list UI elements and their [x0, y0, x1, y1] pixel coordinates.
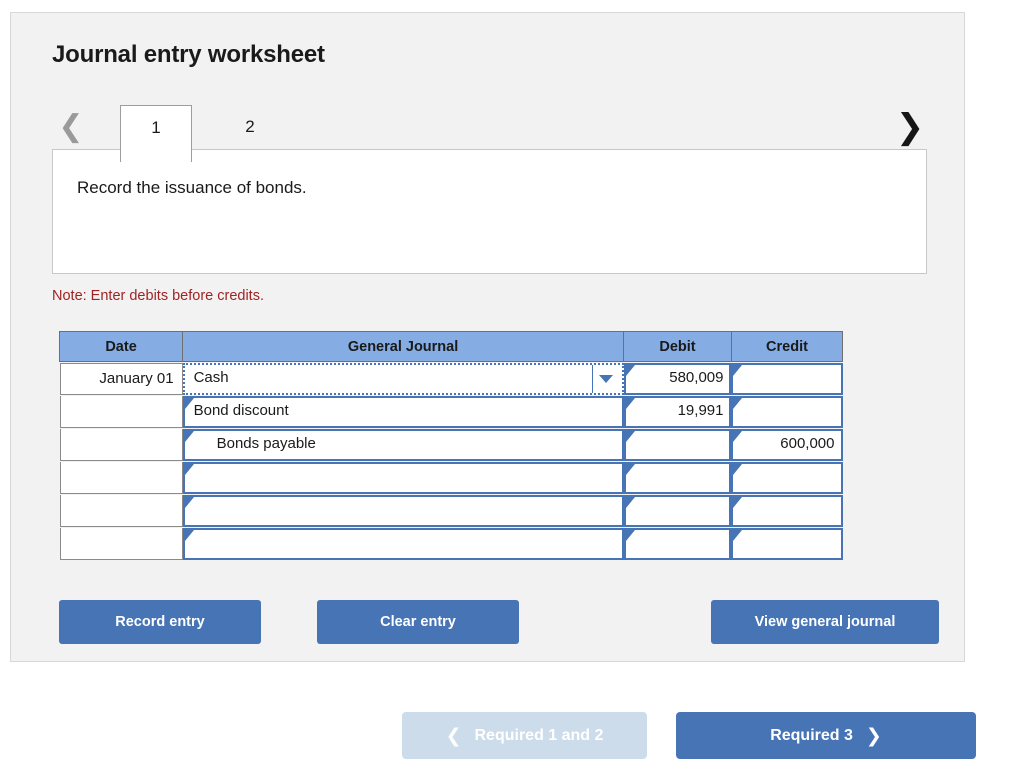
account-cell[interactable] [182, 528, 624, 560]
tab-entry-1[interactable]: 1 [120, 105, 192, 162]
journal-entry-worksheet-panel: Journal entry worksheet ❮ 1 2 ❯ Record t… [10, 12, 965, 662]
date-cell[interactable] [59, 461, 183, 494]
column-header-general-journal: General Journal [182, 331, 625, 362]
clear-entry-button[interactable]: Clear entry [317, 600, 519, 644]
account-cell[interactable] [182, 462, 624, 494]
chevron-left-icon: ❮ [445, 724, 462, 747]
account-cell[interactable]: Bonds payable [182, 429, 624, 461]
account-cell[interactable]: Cash [182, 363, 624, 395]
table-row: Bond discount 19,991 [59, 395, 843, 428]
view-general-journal-button[interactable]: View general journal [711, 600, 939, 644]
credit-cell[interactable]: 600,000 [731, 429, 843, 461]
credit-cell[interactable] [731, 528, 843, 560]
required-1-and-2-button[interactable]: ❮ Required 1 and 2 [402, 712, 647, 759]
table-row [59, 494, 843, 527]
credit-cell[interactable] [731, 363, 843, 395]
debit-cell[interactable] [623, 429, 732, 461]
account-cell[interactable] [182, 495, 624, 527]
required-3-button[interactable]: Required 3 ❯ [676, 712, 976, 759]
debit-cell[interactable] [623, 495, 732, 527]
date-cell[interactable] [59, 494, 183, 527]
prev-entry-chevron-left-icon[interactable]: ❮ [56, 107, 86, 151]
account-cell[interactable]: Bond discount [182, 396, 624, 428]
table-header-row: Date General Journal Debit Credit [58, 331, 844, 362]
record-entry-button[interactable]: Record entry [59, 600, 261, 644]
credit-cell[interactable] [731, 495, 843, 527]
table-row: January 01 Cash 580,009 [59, 362, 843, 395]
debits-before-credits-note: Note: Enter debits before credits. [52, 288, 264, 304]
journal-entry-table: Date General Journal Debit Credit Januar… [58, 331, 844, 560]
page-title: Journal entry worksheet [52, 41, 325, 68]
table-row [59, 461, 843, 494]
chevron-right-icon: ❯ [865, 724, 882, 747]
date-cell[interactable] [59, 527, 183, 560]
account-dropdown-chevron-down-icon[interactable] [591, 365, 619, 393]
credit-cell[interactable] [731, 462, 843, 494]
column-header-debit: Debit [623, 331, 732, 362]
table-row: Bonds payable 600,000 [59, 428, 843, 461]
debit-cell[interactable]: 19,991 [623, 396, 732, 428]
date-cell[interactable] [59, 395, 183, 428]
date-cell[interactable] [59, 428, 183, 461]
column-header-date: Date [58, 331, 184, 362]
table-row [59, 527, 843, 560]
debit-cell[interactable] [623, 462, 732, 494]
required-3-label: Required 3 [770, 726, 853, 744]
debit-cell[interactable] [623, 528, 732, 560]
debit-cell[interactable]: 580,009 [623, 363, 732, 395]
next-entry-chevron-right-icon[interactable]: ❯ [895, 107, 925, 151]
entry-description-box: Record the issuance of bonds. [52, 149, 927, 274]
entry-description-text: Record the issuance of bonds. [77, 178, 307, 197]
required-1-and-2-label: Required 1 and 2 [474, 726, 604, 744]
credit-cell[interactable] [731, 396, 843, 428]
column-header-credit: Credit [730, 331, 844, 362]
date-cell[interactable]: January 01 [59, 362, 183, 395]
account-cell-text: Cash [193, 369, 229, 386]
